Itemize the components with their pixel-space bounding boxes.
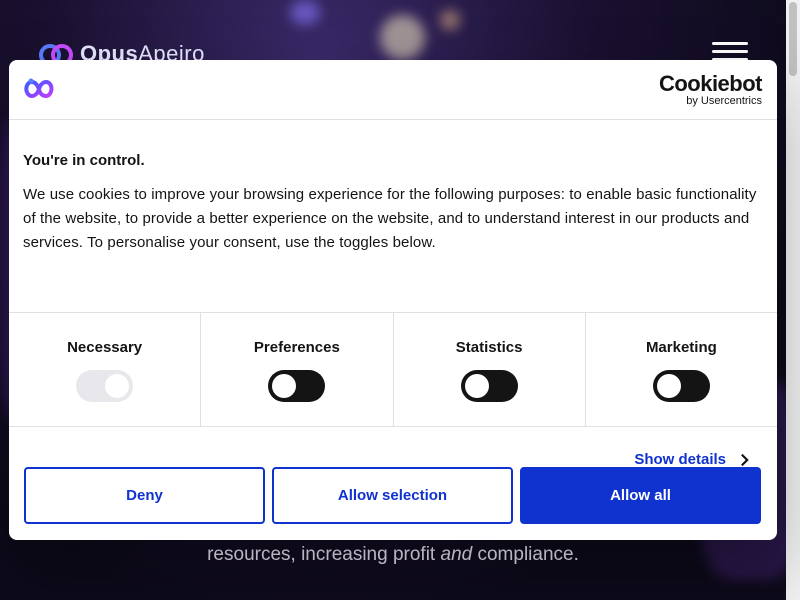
consent-toggles: Necessary Preferences Statistics Marketi… bbox=[9, 313, 777, 427]
switch-knob bbox=[105, 374, 130, 398]
allow-all-button[interactable]: Allow all bbox=[520, 467, 761, 524]
deny-button[interactable]: Deny bbox=[24, 467, 265, 524]
dialog-title: You're in control. bbox=[23, 152, 145, 169]
background-light bbox=[440, 10, 460, 30]
toggle-statistics: Statistics bbox=[394, 313, 586, 426]
toggle-label-preferences: Preferences bbox=[253, 339, 340, 356]
page-scrollbar[interactable] bbox=[786, 0, 800, 600]
cookiebot-brand-name: Cookiebot bbox=[658, 71, 763, 96]
cookiebot-brand[interactable]: Cookiebot by Usercentrics bbox=[658, 71, 763, 108]
cookiebot-site-logo-icon bbox=[24, 78, 54, 99]
switch-knob bbox=[272, 374, 297, 398]
toggle-necessary: Necessary bbox=[9, 313, 202, 426]
dialog-body: You're in control. We use cookies to imp… bbox=[9, 120, 777, 313]
allow-selection-button[interactable]: Allow selection bbox=[272, 467, 513, 524]
scrollbar-thumb[interactable] bbox=[789, 2, 797, 76]
show-details-link[interactable]: Show details bbox=[634, 451, 749, 468]
chevron-right-icon bbox=[741, 453, 749, 466]
toggle-label-necessary: Necessary bbox=[67, 339, 143, 356]
switch-necessary bbox=[76, 370, 134, 402]
show-details-label: Show details bbox=[634, 451, 726, 468]
switch-knob bbox=[464, 374, 489, 398]
toggle-label-marketing: Marketing bbox=[645, 339, 717, 356]
cookie-consent-dialog: Cookiebot by Usercentrics You're in cont… bbox=[9, 60, 777, 540]
cookiebot-brand-sub: by Usercentrics bbox=[686, 95, 762, 107]
switch-preferences[interactable] bbox=[268, 370, 326, 402]
toggle-preferences: Preferences bbox=[201, 313, 394, 426]
switch-statistics[interactable] bbox=[460, 370, 518, 402]
toggle-marketing: Marketing bbox=[586, 313, 777, 426]
background-light bbox=[380, 15, 425, 60]
hero-text: resources, increasing profit and complia… bbox=[207, 544, 579, 565]
dialog-buttons: Deny Allow selection Allow all bbox=[24, 467, 761, 524]
switch-knob bbox=[656, 374, 681, 398]
background-light bbox=[290, 0, 320, 25]
toggle-label-statistics: Statistics bbox=[455, 339, 523, 356]
dialog-description: We use cookies to improve your browsing … bbox=[23, 186, 757, 251]
dialog-header: Cookiebot by Usercentrics bbox=[9, 60, 777, 120]
switch-marketing[interactable] bbox=[652, 370, 710, 402]
